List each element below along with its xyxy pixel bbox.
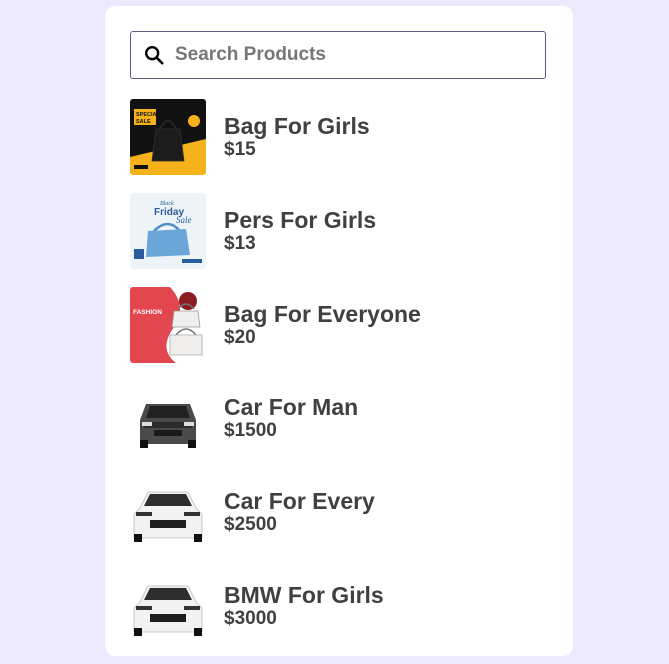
product-list: SPECIAL SALE Bag For Girls $15 Black Fri… (130, 99, 550, 656)
product-item-car-for-every[interactable]: Car For Every $2500 (130, 474, 550, 551)
product-item-bag-for-everyone[interactable]: FASHION Bag For Everyone $20 (130, 286, 550, 363)
search-box[interactable] (130, 31, 546, 79)
product-price: $1500 (224, 420, 277, 442)
product-name: Bag For Girls (224, 113, 370, 139)
product-price: $3000 (224, 607, 277, 629)
blue-handbag-black-friday-icon: Black Friday Sale (130, 192, 206, 269)
svg-text:SALE: SALE (136, 119, 151, 125)
product-name: Car For Every (224, 488, 375, 515)
svg-text:FASHION: FASHION (133, 309, 162, 316)
product-name: Pers For Girls (224, 206, 377, 233)
product-item-pers-for-girls[interactable]: Black Friday Sale Pers For Girls $13 (130, 192, 550, 269)
product-info: Bag For Girls $15 (224, 113, 370, 161)
product-info: BMW For Girls $3000 (224, 582, 384, 630)
product-info: Bag For Everyone $20 (224, 301, 421, 349)
product-name: BMW For Girls (224, 581, 384, 608)
product-name: Bag For Everyone (224, 300, 421, 327)
product-item-bmw-for-girls[interactable]: BMW For Girls $3000 (130, 567, 550, 644)
product-price: $2500 (224, 514, 277, 536)
black-handbag-special-sale-icon: SPECIAL SALE (130, 99, 206, 175)
svg-text:Sale: Sale (176, 215, 192, 225)
product-price: $13 (224, 232, 256, 254)
product-item-bag-for-girls[interactable]: SPECIAL SALE Bag For Girls $15 (130, 99, 550, 175)
search-input[interactable] (175, 44, 515, 66)
product-item-car-for-man[interactable]: Car For Man $1500 (130, 380, 550, 457)
product-name: Car For Man (224, 394, 359, 421)
dark-grey-suv-icon (130, 380, 206, 457)
white-sedan-icon (130, 474, 206, 551)
search-icon (145, 46, 164, 65)
product-price: $20 (224, 326, 256, 348)
product-info: Pers For Girls $13 (224, 207, 376, 255)
product-info: Car For Every $2500 (224, 488, 375, 536)
product-search-card: SPECIAL SALE Bag For Girls $15 Black Fri… (105, 6, 573, 656)
product-info: Car For Man $1500 (224, 394, 358, 442)
product-price: $15 (224, 139, 256, 160)
svg-text:SPECIAL: SPECIAL (136, 112, 160, 118)
white-sedan-icon (130, 567, 206, 644)
white-handbags-fashion-icon: FASHION (130, 286, 206, 363)
